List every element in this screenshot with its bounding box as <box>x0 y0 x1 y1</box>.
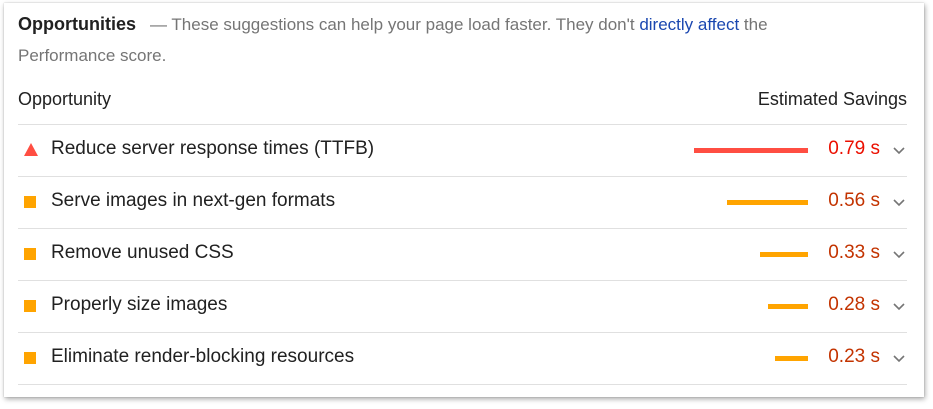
section-title: Opportunities <box>18 14 136 34</box>
savings-value: 0.79 s <box>828 138 880 159</box>
opportunity-row-0[interactable]: Reduce server response times (TTFB) 0.79… <box>18 125 907 177</box>
opportunity-row-4[interactable]: Eliminate render-blocking resources 0.23… <box>18 333 907 385</box>
opportunity-title: Eliminate render-blocking resources <box>51 346 355 367</box>
average-square-icon <box>24 248 36 260</box>
opportunity-list: Reduce server response times (TTFB) 0.79… <box>18 124 907 385</box>
savings-value: 0.23 s <box>828 346 880 367</box>
savings-bar <box>775 356 808 361</box>
savings-value: 0.33 s <box>828 242 880 263</box>
savings-value: 0.28 s <box>828 294 880 315</box>
chevron-down-icon[interactable] <box>891 350 907 366</box>
savings-bar <box>694 148 808 153</box>
opportunity-title: Reduce server response times (TTFB) <box>51 138 375 159</box>
chevron-down-icon[interactable] <box>891 298 907 314</box>
savings-bar <box>760 252 808 257</box>
average-square-icon <box>24 300 36 312</box>
section-description: — These suggestions can help your page l… <box>150 15 640 34</box>
opportunities-panel: Opportunities — These suggestions can hel… <box>4 3 924 397</box>
opportunity-row-1[interactable]: Serve images in next-gen formats 0.56 s <box>18 177 907 229</box>
column-header-opportunity: Opportunity <box>18 89 112 109</box>
chevron-down-icon[interactable] <box>891 142 907 158</box>
directly-affect-link[interactable]: directly affect <box>639 15 739 34</box>
chevron-down-icon[interactable] <box>891 194 907 210</box>
column-header-estimated-savings: Estimated Savings <box>757 89 907 109</box>
average-square-icon <box>24 196 36 208</box>
opportunity-title: Remove unused CSS <box>51 242 234 263</box>
savings-value: 0.56 s <box>828 190 880 211</box>
opportunity-row-2[interactable]: Remove unused CSS 0.33 s <box>18 229 907 281</box>
opportunity-title: Serve images in next-gen formats <box>51 190 336 211</box>
warning-triangle-icon <box>24 143 38 156</box>
column-headers: Opportunity Estimated Savings <box>18 87 907 117</box>
opportunity-title: Properly size images <box>51 294 228 315</box>
chevron-down-icon[interactable] <box>891 246 907 262</box>
opportunities-header: Opportunities — These suggestions can hel… <box>18 9 818 71</box>
savings-bar <box>727 200 808 205</box>
savings-bar <box>768 304 808 309</box>
opportunity-row-3[interactable]: Properly size images 0.28 s <box>18 281 907 333</box>
average-square-icon <box>24 352 36 364</box>
